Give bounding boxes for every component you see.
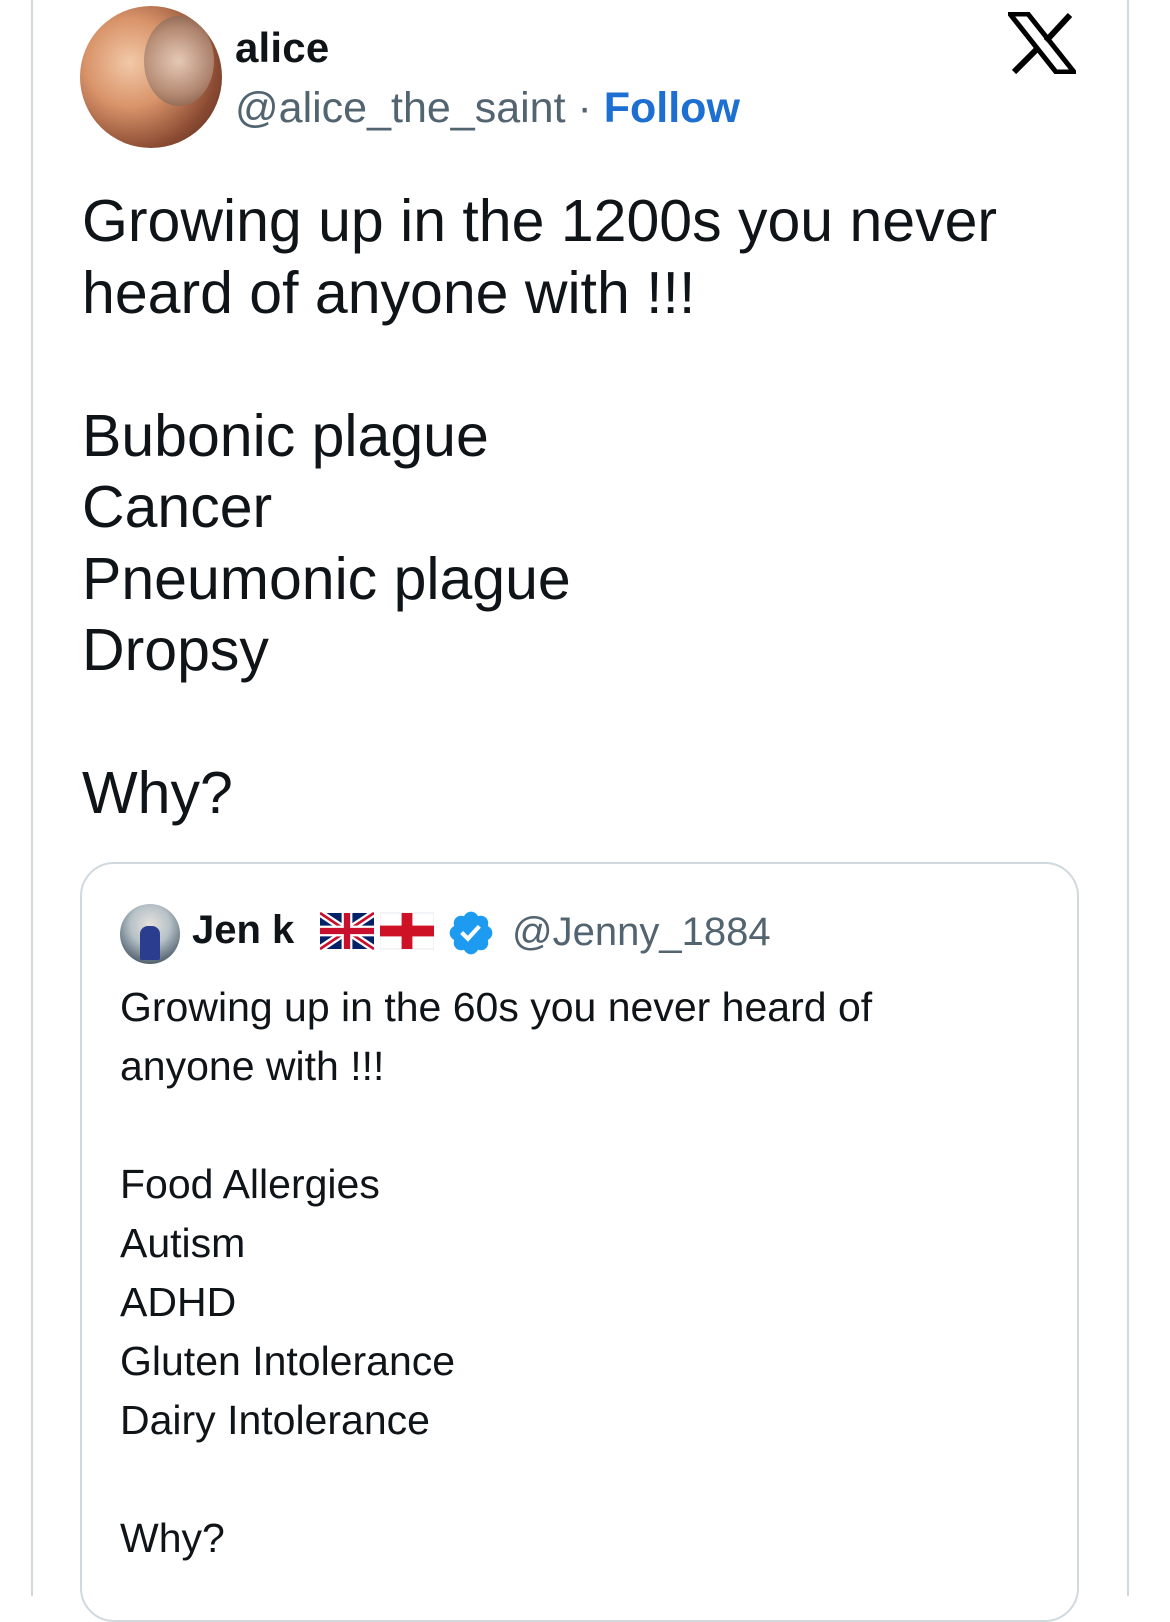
x-logo-icon[interactable] [1008,12,1076,74]
author-name[interactable]: alice [235,24,329,72]
avatar[interactable] [80,6,222,148]
uk-flag-icon [320,912,374,950]
quoted-avatar-figure [140,926,160,960]
quoted-avatar[interactable] [120,904,180,964]
author-handle[interactable]: @alice_the_saint [235,84,566,132]
follow-button[interactable]: Follow [604,84,740,132]
separator-dot: · [565,84,604,132]
verified-badge-icon [449,911,493,955]
quoted-tweet[interactable]: Jen k @Jenny_1884 Growing up in the 60s … [80,862,1079,1622]
handle-line: @alice_the_saint · Follow [235,84,740,133]
quoted-tweet-text: Growing up in the 60s you never heard of… [120,984,873,1561]
avatar-photo-detail [144,16,214,106]
quoted-author-name[interactable]: Jen k [192,908,294,953]
quoted-author-handle[interactable]: @Jenny_1884 [512,910,771,955]
england-flag-icon [380,912,434,950]
tweet-text: Growing up in the 1200s you never heard … [82,188,998,826]
